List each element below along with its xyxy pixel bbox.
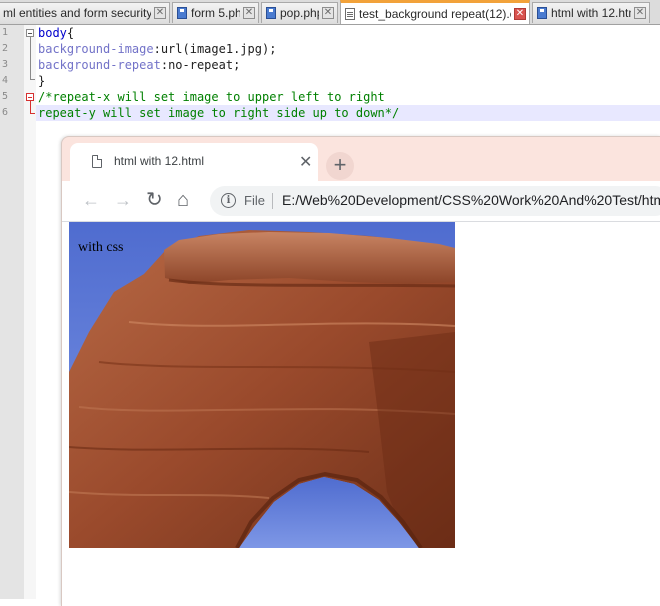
code-line-5: /*repeat-x will set image to upper left … (38, 89, 385, 105)
address-bar[interactable]: i File E:/Web%20Development/CSS%20Work%2… (210, 186, 660, 216)
code-line-3: background-repeat:no-repeat; (38, 57, 240, 73)
close-icon[interactable]: ✕ (299, 152, 312, 172)
line-number-gutter: 1 2 3 4 5 6 (0, 25, 24, 599)
css-property: background-repeat (38, 58, 161, 72)
editor-tab-label: form 5.php (191, 6, 240, 20)
css-value: no-repeat; (168, 58, 241, 72)
code-punctuation: } (38, 74, 46, 88)
fold-collapse-icon[interactable] (26, 93, 34, 101)
notepad-icon (345, 7, 355, 20)
code-line-2: background-image:url(image1.jpg); (38, 41, 276, 57)
css-comment: repeat-y will set image to right side up… (38, 106, 400, 120)
new-tab-button[interactable]: + (326, 152, 354, 180)
scheme-label: File (244, 193, 265, 208)
code-punctuation: : (153, 42, 161, 56)
disk-icon (177, 7, 187, 19)
code-punctuation: { (66, 26, 75, 40)
close-icon[interactable]: ✕ (243, 7, 255, 19)
background-image (69, 222, 455, 548)
divider (272, 193, 273, 209)
url-text[interactable]: E:/Web%20Development/CSS%20Work%20And%20… (282, 192, 660, 208)
home-icon[interactable]: ⌂ (177, 190, 189, 210)
editor-tab-label: test_background repeat(12).css (359, 6, 511, 21)
editor-tab-form5[interactable]: form 5.php ✕ (172, 2, 259, 23)
page-viewport: with css (62, 222, 660, 606)
disk-icon (266, 7, 276, 19)
css-property: background-image (38, 42, 154, 56)
fold-end (30, 113, 35, 114)
editor-tab-html-with-12[interactable]: html with 12.html ✕ (532, 2, 650, 23)
code-line-4: } (38, 73, 45, 89)
back-arrow-icon[interactable]: ← (82, 191, 100, 209)
fold-line (30, 101, 31, 113)
line-number: 4 (1, 75, 8, 86)
close-icon[interactable]: ✕ (634, 7, 646, 19)
editor-tab-entities-form-security[interactable]: ml entities and form security.php ✕ (0, 2, 170, 23)
browser-tab-title: html with 12.html (114, 154, 205, 168)
forward-arrow-icon[interactable]: → (114, 191, 132, 209)
info-icon[interactable]: i (221, 193, 236, 208)
css-comment: /*repeat-x will set image to upper left … (38, 90, 385, 104)
fold-collapse-icon[interactable] (26, 29, 34, 37)
editor-tab-test-background-repeat[interactable]: test_background repeat(12).css ✕ (340, 0, 530, 24)
browser-window: html with 12.html ✕ + ← → ↻ ⌂ i File E:/… (61, 136, 660, 606)
line-number: 2 (1, 43, 8, 54)
disk-icon (537, 7, 547, 19)
page-body-text: with css (78, 240, 124, 255)
code-line-6: repeat-y will set image to right side up… (38, 105, 399, 121)
line-number: 3 (1, 59, 8, 70)
code-punctuation: : (160, 58, 169, 72)
browser-toolbar: ← → ↻ ⌂ i File E:/Web%20Development/CSS%… (62, 181, 660, 222)
editor-tab-bar: ml entities and form security.php ✕ form… (0, 0, 660, 25)
browser-tab[interactable]: html with 12.html ✕ (70, 143, 318, 181)
editor-tab-label: html with 12.html (551, 6, 631, 20)
line-number: 5 (1, 91, 8, 102)
css-selector: body (38, 26, 67, 40)
rock-arch-image (69, 222, 455, 548)
close-icon[interactable]: ✕ (154, 7, 166, 19)
editor-tab-label: pop.php (280, 6, 319, 20)
fold-end (30, 79, 35, 80)
close-icon[interactable]: ✕ (514, 7, 526, 20)
css-value: url(image1.jpg); (160, 42, 277, 56)
close-icon[interactable]: ✕ (322, 7, 334, 19)
line-number: 1 (1, 27, 8, 38)
editor-tab-pop[interactable]: pop.php ✕ (261, 2, 338, 23)
code-line-1: body{ (38, 25, 74, 41)
line-number: 6 (1, 107, 8, 118)
fold-line (30, 37, 31, 79)
editor-tab-label: ml entities and form security.php (3, 6, 151, 20)
reload-icon[interactable]: ↻ (146, 190, 163, 210)
page-icon (92, 155, 102, 168)
